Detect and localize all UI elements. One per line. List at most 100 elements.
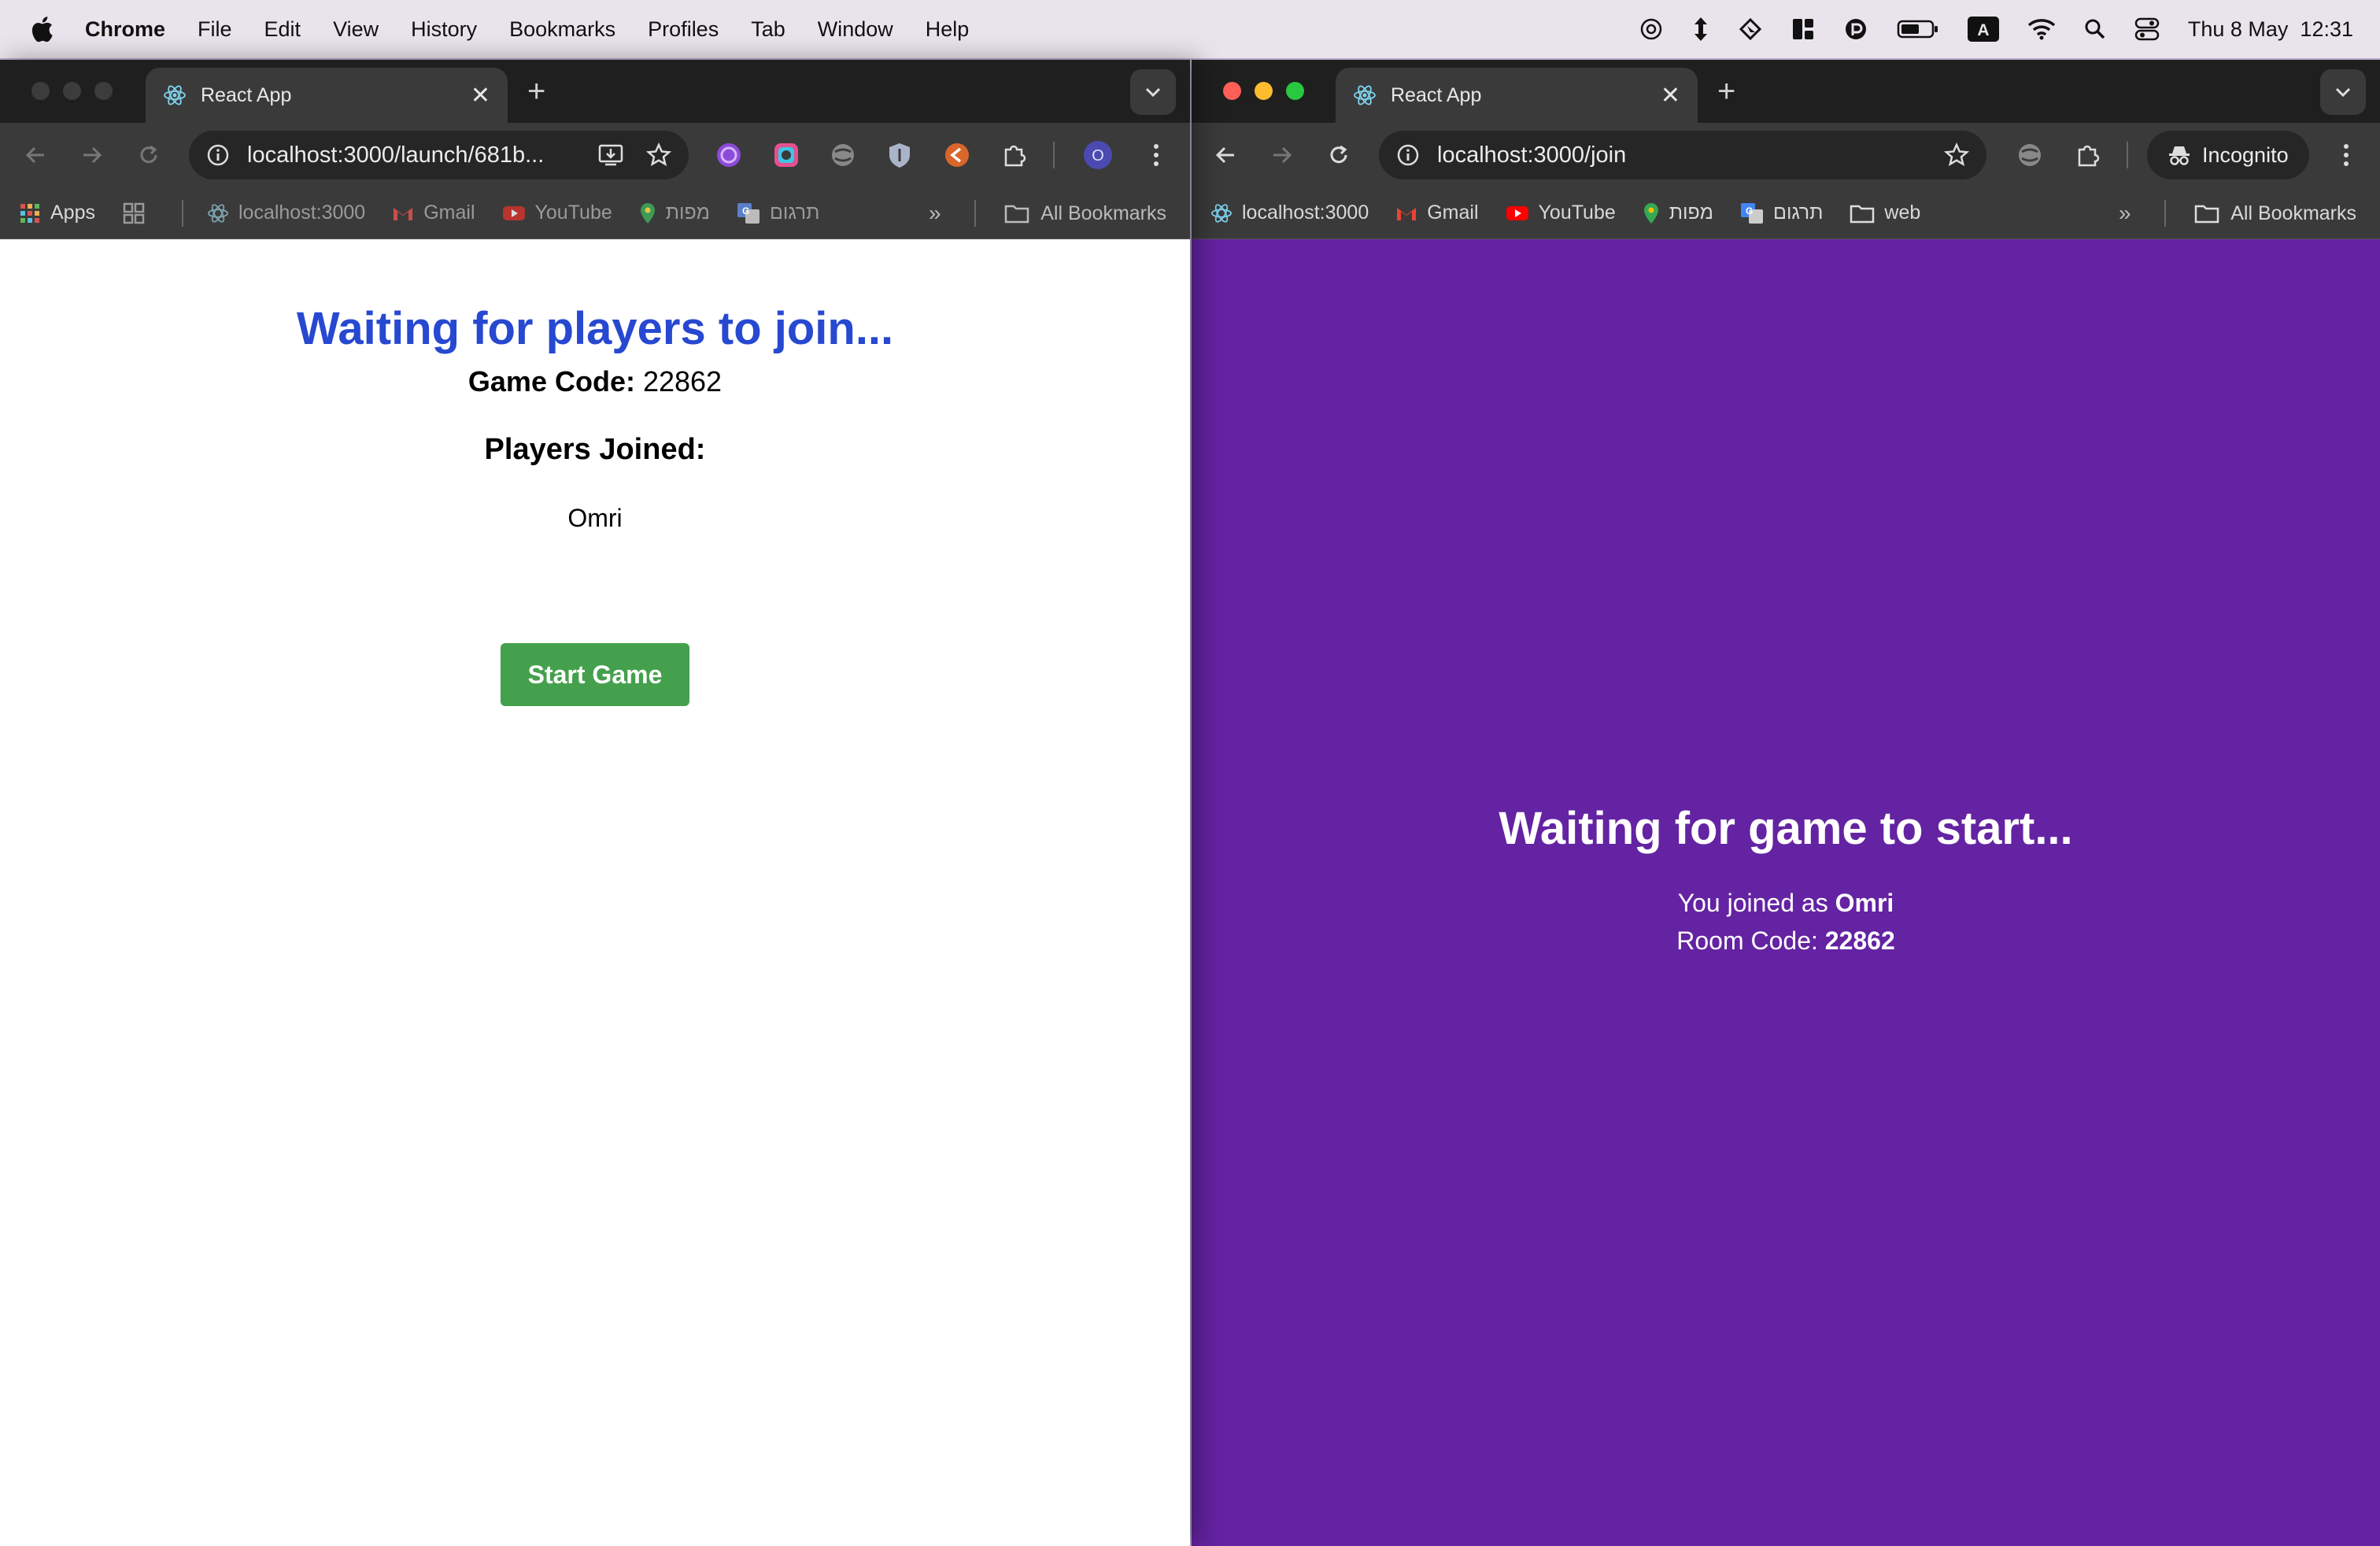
menu-tab[interactable]: Tab (751, 17, 785, 42)
all-bookmarks-button[interactable]: All Bookmarks (1004, 187, 1166, 239)
url-text[interactable]: localhost:3000/launch/681b... (247, 142, 597, 168)
translate-icon: G (737, 202, 759, 224)
folder-icon (1004, 205, 1029, 224)
battery-icon (1897, 19, 1939, 39)
arrow-updown-icon[interactable] (1692, 16, 1709, 43)
address-bar[interactable]: localhost:3000/join (1379, 131, 1986, 179)
new-tab-button[interactable]: + (1717, 76, 1735, 107)
reload-button[interactable] (1321, 137, 1357, 173)
control-center-icon[interactable] (2134, 17, 2160, 41)
profile-avatar[interactable]: O (1081, 139, 1114, 172)
zoom-window-button[interactable] (1286, 82, 1304, 100)
clock[interactable]: Thu 8 May 12:31 (2188, 17, 2353, 42)
forward-button[interactable] (74, 137, 110, 173)
toolbar-divider (2127, 142, 2128, 168)
site-info-icon[interactable] (1396, 143, 1420, 167)
extensions-puzzle-icon[interactable] (998, 139, 1031, 172)
bookmark-gmail[interactable]: Gmail (1395, 202, 1479, 224)
menu-window[interactable]: Window (818, 17, 893, 42)
browser-window-right: React App ✕ + localhost:3000/join Incogn… (1192, 60, 2380, 1546)
more-bookmarks-chevron-icon[interactable]: » (929, 187, 941, 239)
back-button[interactable] (17, 137, 54, 173)
install-app-icon[interactable] (597, 142, 624, 168)
start-game-button[interactable]: Start Game (501, 643, 689, 706)
extension-color-icon[interactable] (770, 139, 803, 172)
maps-pin-icon (1643, 202, 1658, 224)
minimize-window-button[interactable] (1255, 82, 1273, 100)
all-bookmarks-button[interactable]: All Bookmarks (2194, 187, 2356, 239)
window-controls (1223, 82, 1304, 100)
reload-button[interactable] (131, 137, 167, 173)
tab-groups-button[interactable] (122, 202, 155, 225)
extension-orange-icon[interactable] (941, 139, 974, 172)
tab-react-app[interactable]: React App ✕ (1336, 68, 1698, 123)
extension-gray-icon[interactable] (2013, 139, 2046, 172)
tab-search-button[interactable] (1130, 69, 1176, 115)
joined-as-line: You joined as Omri (1192, 889, 2380, 918)
back-button[interactable] (1207, 137, 1244, 173)
menu-app-name[interactable]: Chrome (85, 17, 165, 42)
input-source-icon[interactable]: A (1967, 17, 1999, 42)
shield-icon[interactable] (883, 139, 916, 172)
more-bookmarks-chevron-icon[interactable]: » (2119, 187, 2131, 239)
close-window-button[interactable] (1223, 82, 1241, 100)
menu-history[interactable]: History (411, 17, 477, 42)
tab-search-button[interactable] (2320, 69, 2366, 115)
menu-help[interactable]: Help (926, 17, 970, 42)
bookmark-folder-web[interactable]: web (1850, 202, 1920, 224)
extensions-puzzle-icon[interactable] (2071, 139, 2105, 172)
bookmark-youtube[interactable]: YouTube (1506, 202, 1616, 224)
close-tab-icon[interactable]: ✕ (471, 82, 490, 109)
bookmark-translate[interactable]: G תרגום (1740, 202, 1823, 224)
reload-icon (140, 145, 157, 164)
bookmark-localhost[interactable]: localhost:3000 (1210, 202, 1369, 224)
forward-arrow-icon (83, 146, 102, 164)
bookmark-label: localhost:3000 (1242, 202, 1369, 224)
bookmark-maps[interactable]: מפות (1643, 202, 1713, 225)
more-menu-icon[interactable] (1140, 139, 1173, 172)
menu-view[interactable]: View (333, 17, 379, 42)
more-menu-icon[interactable] (2330, 139, 2363, 172)
openai-icon[interactable] (1639, 17, 1664, 42)
site-info-icon[interactable] (206, 143, 230, 167)
bookmark-star-icon[interactable] (646, 142, 671, 168)
bookmark-gmail[interactable]: Gmail (392, 202, 475, 224)
extension-gray-icon[interactable] (826, 139, 859, 172)
address-bar[interactable]: localhost:3000/launch/681b... (189, 131, 689, 179)
menu-profiles[interactable]: Profiles (648, 17, 719, 42)
spotlight-icon[interactable] (2084, 18, 2106, 40)
toolbar-divider (1053, 142, 1055, 168)
menu-file[interactable]: File (198, 17, 232, 42)
url-text[interactable]: localhost:3000/join (1437, 142, 1944, 168)
close-tab-icon[interactable]: ✕ (1661, 82, 1680, 109)
bookmarks-bar: localhost:3000 Gmail YouTube מפות G תרגו… (1192, 187, 2380, 239)
wifi-icon[interactable] (2027, 18, 2056, 40)
minimize-window-button[interactable] (63, 82, 81, 100)
svg-text:O: O (1092, 147, 1104, 165)
bookmark-star-icon[interactable] (1944, 142, 1969, 168)
bookmark-apps[interactable]: Apps (19, 202, 95, 224)
incognito-icon (2169, 146, 2190, 165)
bookmark-maps[interactable]: מפות (639, 202, 710, 225)
menu-bookmarks[interactable]: Bookmarks (509, 17, 615, 42)
apple-icon[interactable] (30, 16, 61, 43)
new-tab-button[interactable]: + (527, 76, 545, 107)
cursor-icon[interactable] (1738, 17, 1763, 42)
youtube-icon (1506, 205, 1528, 220)
zoom-window-button[interactable] (94, 82, 113, 100)
bookmark-youtube[interactable]: YouTube (502, 202, 612, 224)
bookmark-localhost[interactable]: localhost:3000 (207, 202, 365, 224)
incognito-badge[interactable]: Incognito (2147, 131, 2309, 179)
bookmarks-bar: Apps localhost:3000 Gmail YouTube מפות G… (0, 187, 1190, 239)
extension-purple-icon[interactable] (712, 139, 745, 172)
forward-button[interactable] (1264, 137, 1300, 173)
forward-arrow-icon (1273, 146, 1292, 164)
bookmark-translate[interactable]: G תרגום (737, 202, 819, 224)
window-tile-icon[interactable] (1791, 17, 1815, 41)
menu-edit[interactable]: Edit (264, 17, 301, 42)
tab-react-app[interactable]: React App ✕ (146, 68, 508, 123)
folder-icon (2194, 205, 2219, 224)
pasta-icon[interactable] (1843, 17, 1868, 42)
close-window-button[interactable] (31, 82, 50, 100)
tab-strip: React App ✕ + (0, 60, 1190, 123)
